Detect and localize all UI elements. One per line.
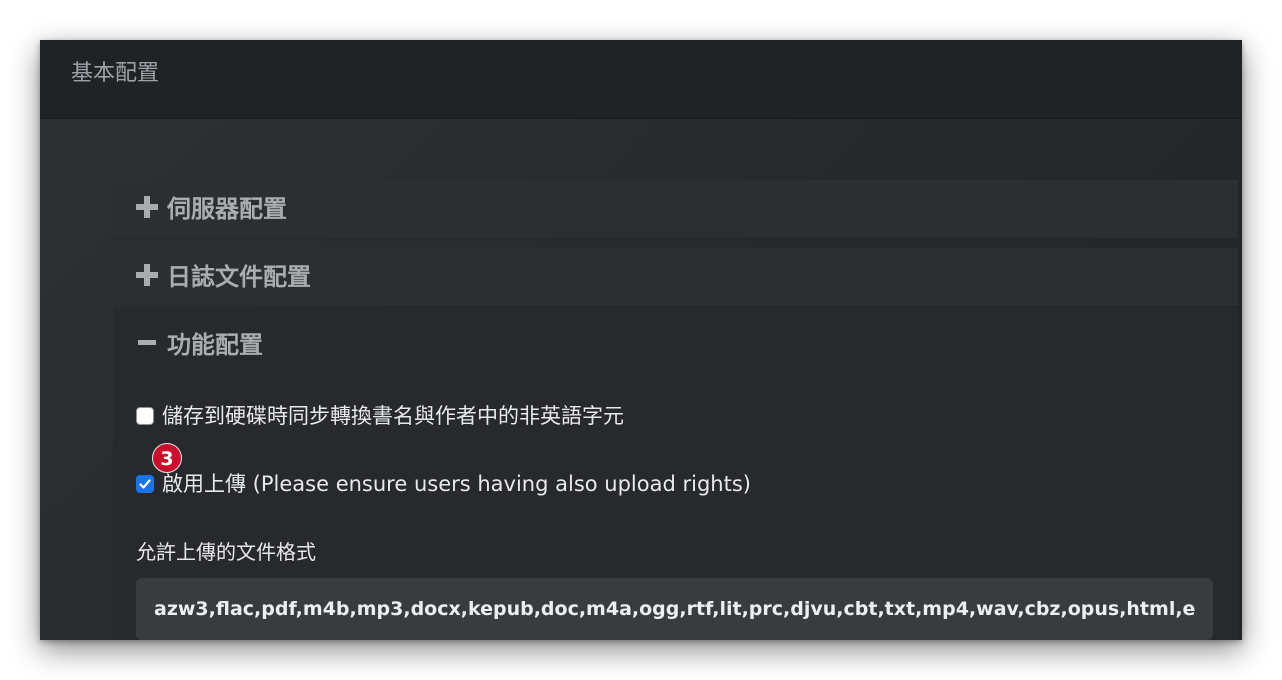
settings-window: 基本配置 伺服器配置 日誌文件配置 功能配置 儲存到硬碟時同步轉換書名與作者中的…: [40, 40, 1242, 640]
enable-upload-option[interactable]: 啟用上傳 (Please ensure users having also up…: [136, 470, 751, 498]
enable-upload-label: 啟用上傳 (Please ensure users having also up…: [162, 472, 751, 496]
step-badge: 3: [152, 443, 182, 473]
upload-formats-label: 允許上傳的文件格式: [136, 540, 316, 564]
panel-feature-config-header[interactable]: 功能配置: [113, 316, 1238, 374]
upload-formats-input[interactable]: [136, 578, 1213, 640]
checkmark-icon: [139, 479, 151, 489]
unicode-filename-label: 儲存到硬碟時同步轉換書名與作者中的非英語字元: [162, 404, 624, 428]
unicode-filename-checkbox[interactable]: [136, 407, 154, 425]
enable-upload-checkbox[interactable]: [136, 475, 154, 493]
top-bar: 基本配置: [40, 40, 1242, 119]
panel-feature-config-label: 功能配置: [167, 331, 263, 359]
page-title: 基本配置: [71, 61, 160, 86]
unicode-filename-option[interactable]: 儲存到硬碟時同步轉換書名與作者中的非英語字元: [136, 402, 624, 430]
minus-icon: [138, 340, 156, 345]
plus-icon: [136, 264, 158, 286]
panel-log-config-label: 日誌文件配置: [167, 263, 311, 291]
plus-icon: [136, 196, 158, 218]
panel-server-config-header[interactable]: 伺服器配置: [113, 180, 1238, 239]
panel-server-config-label: 伺服器配置: [167, 195, 287, 223]
panel-log-config-header[interactable]: 日誌文件配置: [113, 248, 1238, 307]
